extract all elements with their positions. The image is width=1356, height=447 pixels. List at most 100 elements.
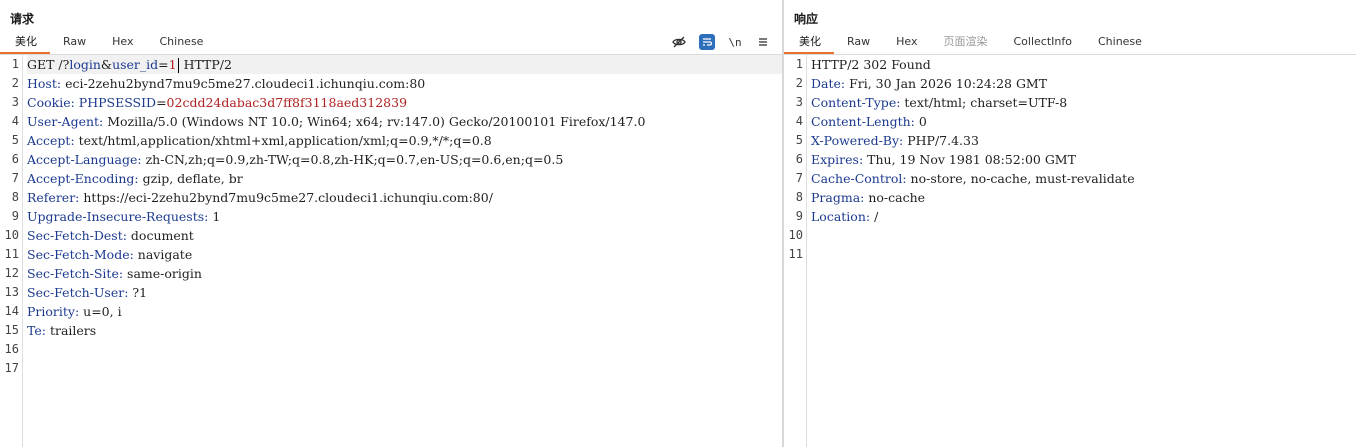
header-name: Accept-Encoding: — [27, 171, 143, 186]
line-number: 16 — [4, 342, 19, 356]
header-value: Fri, 30 Jan 2026 10:24:28 GMT — [849, 76, 1048, 91]
header-line[interactable]: Content-Length: 0 — [811, 112, 1356, 131]
line-number: 11 — [4, 247, 19, 261]
menu-icon[interactable] — [755, 34, 771, 50]
header-name: Accept: — [27, 133, 79, 148]
header-line[interactable]: Host: eci-2zehu2bynd7mu9c5me27.cloudeci1… — [27, 74, 783, 93]
request-code[interactable]: GET /?login&user_id=1 HTTP/2 Host: eci-2… — [27, 55, 783, 340]
header-name: Pragma: — [811, 190, 869, 205]
header-line[interactable]: Sec-Fetch-Dest: document — [27, 226, 783, 245]
header-line[interactable]: Accept-Language: zh-CN,zh;q=0.9,zh-TW;q=… — [27, 150, 783, 169]
cookie-equals: = — [156, 95, 167, 110]
header-value: Mozilla/5.0 (Windows NT 10.0; Win64; x64… — [107, 114, 646, 129]
response-tab-pretty[interactable]: 美化 — [784, 33, 834, 54]
line-number: 9 — [11, 209, 19, 223]
header-line[interactable]: Sec-Fetch-Site: same-origin — [27, 264, 783, 283]
cookie-name: PHPSESSID — [78, 95, 157, 110]
header-line[interactable]: Referer: https://eci-2zehu2bynd7mu9c5me2… — [27, 188, 783, 207]
line-number: 8 — [11, 190, 19, 204]
header-name: User-Agent: — [27, 114, 108, 129]
line-number: 5 — [795, 133, 803, 147]
response-editor[interactable]: 1 2 3 4 5 6 7 8 9 10 11 HTTP/2 302 Found Date: Fri… — [784, 55, 1356, 447]
header-line[interactable]: Expires: Thu, 19 Nov 1981 08:52:00 GMT — [811, 150, 1356, 169]
header-value: trailers — [49, 323, 97, 338]
header-line[interactable]: Pragma: no-cache — [811, 188, 1356, 207]
header-line[interactable]: Sec-Fetch-Mode: navigate — [27, 245, 783, 264]
header-name: Cookie: — [27, 95, 79, 110]
header-value: https://eci-2zehu2bynd7mu9c5me27.cloudec… — [83, 190, 493, 205]
response-tab-chinese[interactable]: Chinese — [1085, 33, 1155, 54]
header-value: zh-CN,zh;q=0.9,zh-TW;q=0.8,zh-HK;q=0.7,e… — [145, 152, 564, 167]
line-number: 9 — [795, 209, 803, 223]
header-name: Priority: — [27, 304, 84, 319]
header-line[interactable]: User-Agent: Mozilla/5.0 (Windows NT 10.0… — [27, 112, 783, 131]
request-tab-pretty[interactable]: 美化 — [0, 33, 50, 54]
line-number: 1 — [11, 57, 19, 71]
line-number: 7 — [11, 171, 19, 185]
header-line[interactable]: Date: Fri, 30 Jan 2026 10:24:28 GMT — [811, 74, 1356, 93]
header-name: X-Powered-By: — [811, 133, 908, 148]
header-value: / — [874, 209, 879, 224]
header-line[interactable]: Upgrade-Insecure-Requests: 1 — [27, 207, 783, 226]
header-value: PHP/7.4.33 — [907, 133, 979, 148]
header-value: 1 — [212, 209, 221, 224]
request-tab-raw[interactable]: Raw — [50, 33, 99, 54]
header-name: Sec-Fetch-Site: — [27, 266, 128, 281]
header-name: Referer: — [27, 190, 84, 205]
request-tab-hex[interactable]: Hex — [99, 33, 146, 54]
text-caret — [177, 58, 179, 73]
line-number: 3 — [11, 95, 19, 109]
response-tab-hex[interactable]: Hex — [883, 33, 930, 54]
header-line[interactable]: Cache-Control: no-store, no-cache, must-… — [811, 169, 1356, 188]
response-title: 响应 — [794, 12, 819, 26]
header-line[interactable]: Accept: text/html,application/xhtml+xml,… — [27, 131, 783, 150]
header-name: Location: — [811, 209, 875, 224]
header-line[interactable]: Location: / — [811, 207, 1356, 226]
request-line[interactable]: GET /?login&user_id=1 HTTP/2 — [27, 55, 783, 74]
header-value: text/html,application/xhtml+xml,applicat… — [78, 133, 492, 148]
response-status-line[interactable]: HTTP/2 302 Found — [811, 55, 1356, 74]
header-line[interactable]: Priority: u=0, i — [27, 302, 783, 321]
request-title: 请求 — [10, 12, 35, 26]
eye-off-icon[interactable] — [671, 34, 687, 50]
param-user-id: user_id — [112, 57, 159, 72]
request-line-gutter: 1 2 3 4 5 6 7 8 9 10 11 12 13 14 15 16 17 — [0, 55, 23, 447]
response-line-gutter: 1 2 3 4 5 6 7 8 9 10 11 — [784, 55, 807, 447]
header-value: ?1 — [132, 285, 148, 300]
header-name: Sec-Fetch-User: — [27, 285, 133, 300]
header-line[interactable]: X-Powered-By: PHP/7.4.33 — [811, 131, 1356, 150]
line-number: 15 — [4, 323, 19, 337]
header-value: no-store, no-cache, must-revalidate — [910, 171, 1135, 186]
line-number: 6 — [11, 152, 19, 166]
response-tab-raw[interactable]: Raw — [834, 33, 883, 54]
header-name: Host: — [27, 76, 66, 91]
response-tab-collectinfo[interactable]: CollectInfo — [1001, 33, 1085, 54]
header-name: Date: — [811, 76, 850, 91]
header-line[interactable]: Te: trailers — [27, 321, 783, 340]
request-tab-chinese[interactable]: Chinese — [147, 33, 217, 54]
request-pane: 请求 美化 Raw Hex Chinese \n 1 2 3 4 5 6 7 8 9 10 11 12… — [0, 0, 783, 447]
header-value: gzip, deflate, br — [142, 171, 243, 186]
param-separator: & — [100, 57, 113, 72]
newline-icon[interactable]: \n — [727, 34, 743, 50]
line-number: 17 — [4, 361, 19, 375]
wrap-icon[interactable] — [699, 34, 715, 50]
header-line[interactable]: Accept-Encoding: gzip, deflate, br — [27, 169, 783, 188]
line-number: 2 — [11, 76, 19, 90]
param-equals: = — [158, 57, 169, 72]
header-name: Accept-Language: — [27, 152, 146, 167]
header-name: Te: — [27, 323, 50, 338]
header-line[interactable]: Sec-Fetch-User: ?1 — [27, 283, 783, 302]
header-name: Content-Type: — [811, 95, 905, 110]
header-value: document — [130, 228, 194, 243]
response-code[interactable]: HTTP/2 302 Found Date: Fri, 30 Jan 2026 … — [811, 55, 1356, 226]
header-name: Sec-Fetch-Dest: — [27, 228, 131, 243]
header-value: navigate — [137, 247, 193, 262]
line-number: 8 — [795, 190, 803, 204]
request-editor[interactable]: 1 2 3 4 5 6 7 8 9 10 11 12 13 14 15 16 17 GET /?login&us… — [0, 55, 783, 447]
header-name: Expires: — [811, 152, 868, 167]
cookie-line[interactable]: Cookie: PHPSESSID=02cdd24dabac3d7ff8f311… — [27, 93, 783, 112]
response-tabs: 美化 Raw Hex 页面渲染 CollectInfo Chinese — [784, 33, 1155, 54]
header-line[interactable]: Content-Type: text/html; charset=UTF-8 — [811, 93, 1356, 112]
response-tab-render[interactable]: 页面渲染 — [931, 33, 1001, 54]
